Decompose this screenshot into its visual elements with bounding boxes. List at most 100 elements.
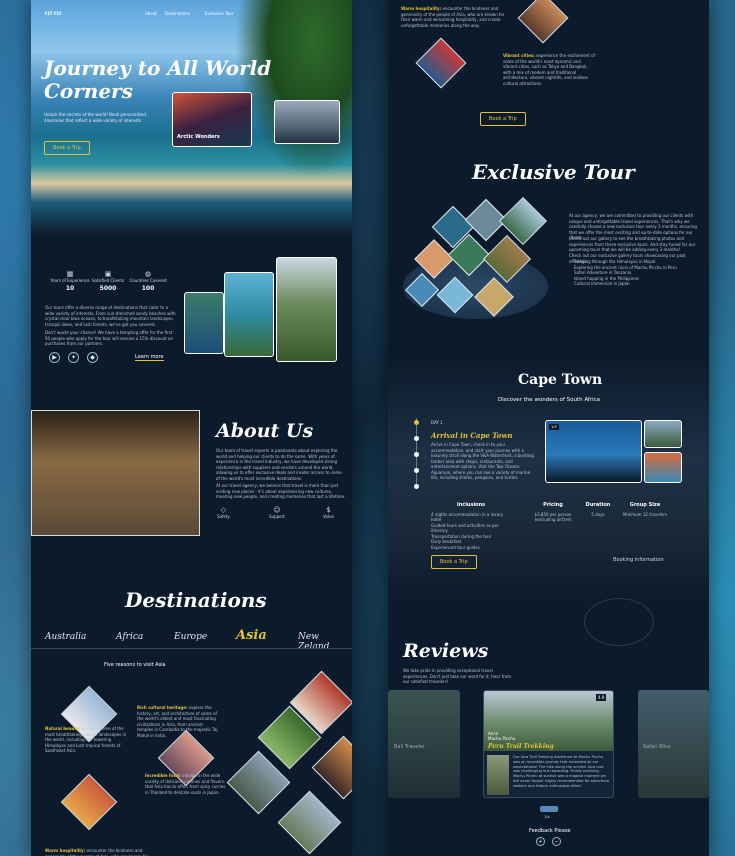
tab-africa[interactable]: Africa — [116, 632, 143, 642]
group-col: Group Size Minimum 12 travelers — [623, 502, 667, 517]
inclusion-item: Guided tours and activities as per itine… — [431, 522, 499, 534]
feature-label: Value — [323, 514, 334, 519]
reason-image-people — [517, 0, 569, 44]
support-icon: ☺ — [273, 506, 281, 514]
reason-title: Warm hospitality: — [45, 848, 86, 853]
page-right-column: Warm hospitality: encounter the kindness… — [388, 0, 709, 856]
nav-about[interactable]: About — [145, 11, 157, 16]
nav-exclusive[interactable]: Exclusive Tour — [205, 11, 233, 16]
reviewer-avatar — [487, 755, 509, 795]
reviews-title: Reviews — [403, 640, 489, 662]
carousel-arrows[interactable] — [540, 806, 558, 812]
reasons-title: Five reasons to visit Asia — [104, 662, 166, 668]
reason-1: Rich cultural heritage: explore the hist… — [137, 705, 219, 738]
group-title: Group Size — [629, 502, 661, 508]
timeline-dot[interactable] — [414, 468, 419, 473]
page-left-column: FLY FLY About Destinations Exclusive Tou… — [31, 0, 352, 856]
review-prev-label: Bali Traveler — [394, 744, 425, 750]
tab-asia[interactable]: Asia — [236, 628, 267, 643]
timeline-dot[interactable] — [414, 436, 419, 441]
exclusive-text-2: Check out our gallery to see the breatht… — [569, 236, 696, 252]
review-quote: Our Inca Trail Trekking Adventure to Mac… — [513, 755, 610, 788]
timeline-dot[interactable] — [414, 452, 419, 457]
review-card-prev[interactable]: Bali Traveler — [388, 690, 460, 798]
calendar-icon: ▦ — [66, 270, 74, 278]
feature-label: Support — [269, 514, 285, 519]
tour-item[interactable]: Cultural immersion in Japan — [574, 281, 699, 287]
hero-section: FLY FLY About Destinations Exclusive Tou… — [31, 0, 352, 235]
duration-col: Duration 5 days — [583, 502, 613, 517]
shield-icon: ◇ — [220, 506, 227, 514]
compass-icon[interactable]: ✦ — [68, 352, 79, 363]
shield-icon[interactable]: ◆ — [87, 352, 98, 363]
feature-support: ☺ Support — [269, 506, 285, 519]
aquarium-photo[interactable]: 1/3 — [545, 420, 642, 483]
about-text-2: At our travel agency, we believe that tr… — [216, 483, 346, 499]
tab-europe[interactable]: Europe — [174, 632, 207, 642]
globe-icon: ◍ — [144, 270, 152, 278]
duration-value: 5 days — [591, 511, 605, 517]
thumbs-up-icon[interactable]: + — [536, 837, 545, 846]
cape-title: Cape Town — [518, 372, 603, 388]
compass-rose-icon — [584, 598, 654, 646]
clients-icon: ▣ — [104, 270, 112, 278]
reason-title: Natural beauty: — [45, 726, 81, 731]
booking-info-link[interactable]: Booking information — [613, 557, 664, 563]
stat-countries: ◍ Countries Covered 100 — [123, 270, 173, 292]
about-office-photo — [31, 410, 200, 536]
tab-australia[interactable]: Australia — [45, 632, 86, 642]
learn-more-link[interactable]: Learn more — [135, 354, 164, 361]
intro-photo-1 — [184, 292, 224, 354]
cape-subtitle: Discover the wonders of South Africa — [498, 397, 601, 403]
day-title: Arrival in Cape Town — [431, 431, 513, 440]
reason-title: Rich cultural heritage: — [137, 705, 188, 710]
carousel-page: 1/4 — [544, 815, 550, 819]
hero-card-arctic[interactable]: Arctic Wonders — [172, 92, 252, 147]
play-icon[interactable]: ▶ — [49, 352, 60, 363]
inclusions-title: Inclusions — [456, 502, 486, 508]
brand-logo[interactable]: FLY FLY — [45, 11, 62, 16]
thumbs-down-icon[interactable]: − — [552, 837, 561, 846]
reviews-text: We take pride in providing exceptional t… — [403, 668, 511, 684]
reason-title: Warm hospitality: — [401, 6, 442, 11]
tab-new-zealand[interactable]: New Zeland — [298, 632, 352, 652]
feature-safety: ◇ Safety — [217, 506, 230, 519]
book-trip-button[interactable]: Book a Trip — [44, 141, 90, 155]
rating-badge: 4.9 — [596, 694, 607, 701]
timeline-dot[interactable] — [414, 484, 419, 489]
gallery-city — [311, 735, 352, 800]
hero-card-second[interactable] — [274, 100, 340, 144]
reason-title: Vibrant cities: — [503, 53, 535, 58]
cape-thumb-1[interactable] — [644, 420, 682, 448]
cape-book-trip-button[interactable]: Book a Trip — [431, 555, 477, 569]
pricing-value: $3,850 per person (excluding airfare) — [534, 511, 572, 523]
duration-title: Duration — [585, 502, 611, 508]
stat-value: 100 — [141, 285, 155, 292]
review-card-next[interactable]: Safari Bliss — [638, 690, 709, 798]
top-nav: FLY FLY About Destinations Exclusive Tou… — [45, 11, 233, 16]
asia-book-trip-button[interactable]: Book a Trip — [480, 112, 526, 126]
cape-thumb-2[interactable] — [644, 452, 682, 483]
intro-photo-2 — [224, 272, 274, 357]
exclusive-tour-list: Trekking through the Himalayas in Nepal … — [574, 259, 699, 287]
slide-counter: 1/3 — [549, 424, 559, 430]
reason-image-city — [415, 37, 467, 89]
stat-label: Satisfied Clients — [91, 278, 125, 283]
reason-2: Natural beauty: discover some of the mos… — [45, 726, 133, 754]
nav-destinations[interactable]: Destinations — [165, 11, 190, 16]
inclusions-col: Inclusions 4 nights accommodation in a l… — [431, 502, 511, 550]
timeline-dot-active[interactable] — [414, 420, 419, 425]
reason-3: Incredible food: indulge in the wide var… — [145, 773, 227, 795]
reason-4-cont: Warm hospitality: encounter the kindness… — [401, 6, 506, 28]
reviewer-location: Machu Picchu — [488, 736, 516, 741]
review-card-active[interactable]: 4.9 Anna Machu Picchu Peru Trail Trekkin… — [483, 690, 614, 798]
dollar-icon: $ — [326, 506, 331, 514]
group-value: Minimum 12 travelers — [623, 511, 667, 517]
reason-image-food — [60, 773, 118, 831]
day-label: DAY 1 — [431, 420, 443, 425]
feature-value: $ Value — [323, 506, 334, 519]
review-tag: Peru Trail Trekking — [488, 743, 554, 750]
hero-subtitle: Unlock the secrets of the world! Book pe… — [44, 112, 146, 123]
intro-photo-3 — [276, 257, 337, 362]
inclusion-item: Experienced tour guides — [431, 544, 480, 550]
